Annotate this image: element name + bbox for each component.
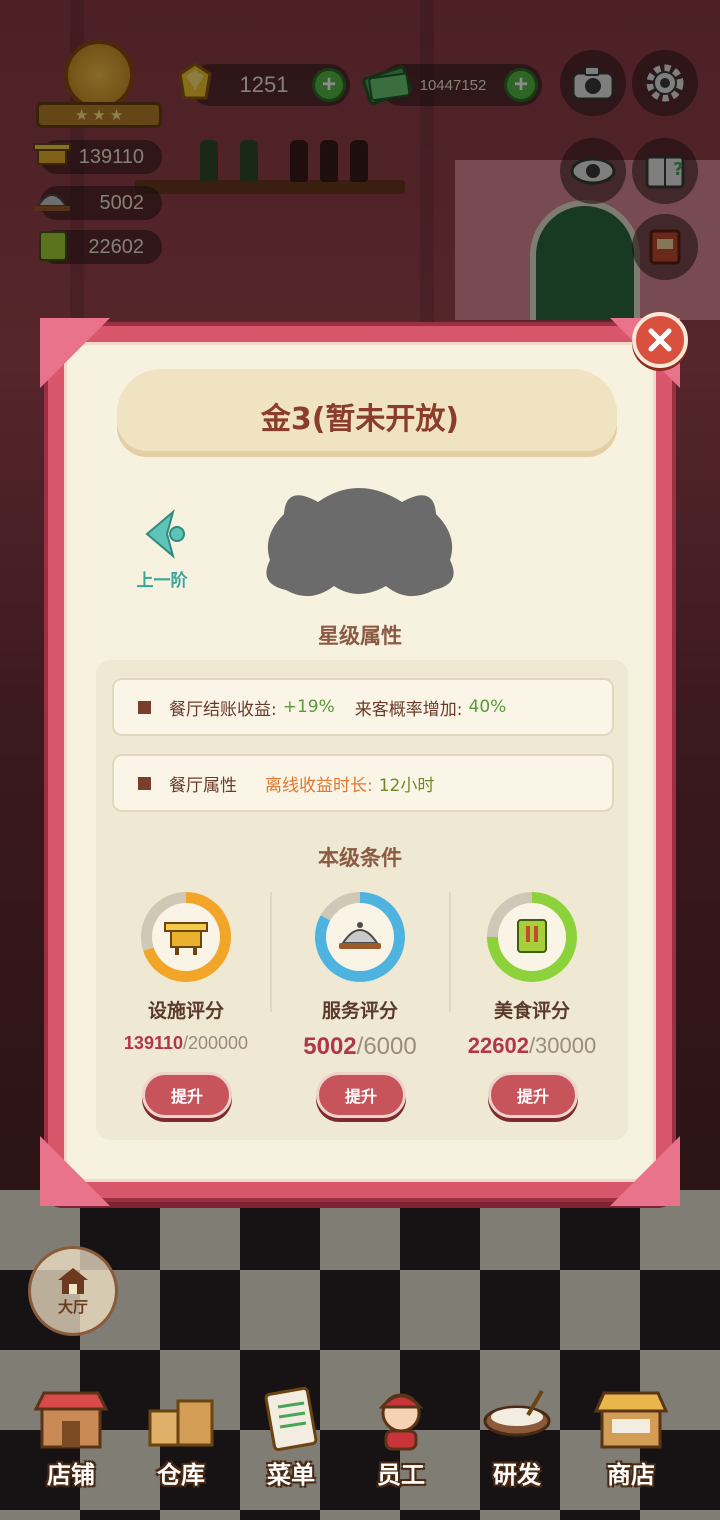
customer-rate-value: 40% — [468, 697, 507, 717]
locked-trophy-silhouette — [266, 488, 454, 597]
previous-tier-label: 上一阶 — [136, 571, 188, 591]
food-max: /30000 — [528, 1033, 597, 1058]
upgrade-service-button[interactable]: 提升 — [316, 1072, 406, 1118]
nav-warehouse[interactable]: 仓库 — [126, 1370, 236, 1490]
conditions-header: 本级条件 — [318, 846, 402, 870]
corner-ornament — [40, 318, 110, 388]
attribute-row-offline: 餐厅属性 离线收益时长: 12小时 — [112, 754, 614, 812]
previous-tier-button[interactable]: 上一阶 — [122, 508, 202, 592]
service-progress-ring — [315, 892, 405, 982]
column-divider — [270, 892, 272, 1012]
cloche-icon — [339, 922, 381, 949]
arrow-left-icon — [145, 509, 185, 559]
nav-label: 店铺 — [47, 1461, 95, 1489]
service-condition: 服务评分 5002/6000 — [280, 892, 440, 1061]
column-divider — [449, 892, 451, 1012]
service-max: /6000 — [356, 1033, 417, 1060]
service-score-label: 服务评分 — [321, 1000, 398, 1022]
facility-max: /200000 — [183, 1033, 249, 1053]
nav-label: 仓库 — [157, 1461, 205, 1489]
cooking-pot-icon — [483, 1389, 551, 1437]
nav-research[interactable]: 研发 — [462, 1370, 572, 1490]
facility-score-progress: 139110/200000 — [124, 1033, 248, 1054]
hall-label: 大厅 — [57, 1297, 88, 1316]
hall-button[interactable]: 大厅 — [28, 1246, 118, 1336]
bottom-navigation: 店铺 仓库 菜单 员工 研发 商店 — [0, 1370, 720, 1520]
storefront-icon — [33, 1391, 109, 1449]
service-current: 5002 — [303, 1033, 357, 1060]
upgrade-facility-button[interactable]: 提升 — [142, 1072, 232, 1118]
nav-staff[interactable]: 员工 — [346, 1370, 456, 1490]
house-icon — [58, 1267, 88, 1294]
stove-icon — [164, 922, 208, 955]
boxes-icon — [148, 1399, 214, 1447]
corner-ornament — [40, 1136, 110, 1206]
food-score-progress: 22602/30000 — [468, 1033, 596, 1059]
star-attributes-header: 星级属性 — [318, 624, 402, 648]
offline-income-value: 12小时 — [378, 775, 435, 796]
food-condition: 美食评分 22602/30000 — [452, 892, 612, 1059]
nav-label: 员工 — [377, 1461, 425, 1489]
close-button[interactable] — [632, 312, 688, 368]
upgrade-food-button[interactable]: 提升 — [488, 1072, 578, 1118]
nav-label: 商店 — [607, 1461, 655, 1489]
nav-label: 研发 — [493, 1461, 541, 1489]
customer-rate-label: 来客概率增加: — [354, 699, 463, 720]
bullet-icon — [138, 700, 151, 714]
shop-stall-icon — [593, 1391, 669, 1449]
food-current: 22602 — [467, 1033, 529, 1058]
food-score-label: 美食评分 — [493, 1000, 570, 1022]
menu-clipboard-icon — [264, 1386, 318, 1451]
facility-score-label: 设施评分 — [147, 1000, 224, 1022]
staff-icon — [378, 1393, 424, 1451]
food-progress-ring — [487, 892, 577, 982]
attribute-row-income: 餐厅结账收益: +19% 来客概率增加: 40% — [112, 678, 614, 736]
bullet-icon — [138, 776, 151, 790]
nav-store[interactable]: 商店 — [576, 1370, 686, 1490]
nav-label: 菜单 — [267, 1461, 315, 1489]
nav-menu[interactable]: 菜单 — [236, 1370, 346, 1490]
restaurant-attr-label: 餐厅属性 — [169, 775, 237, 796]
service-score-progress: 5002/6000 — [303, 1033, 416, 1061]
corner-ornament — [610, 1136, 680, 1206]
offline-income-label: 离线收益时长: — [265, 775, 373, 796]
dialog-title: 金3(暂未开放) — [260, 402, 460, 437]
cookbook-icon — [517, 919, 547, 953]
checkout-income-value: +19% — [282, 697, 335, 717]
checkout-income-label: 餐厅结账收益: — [169, 699, 277, 720]
close-icon — [648, 328, 672, 352]
facility-current: 139110 — [123, 1033, 183, 1053]
facility-progress-ring — [141, 892, 231, 982]
nav-shop-front[interactable]: 店铺 — [16, 1370, 126, 1490]
facility-condition: 设施评分 139110/200000 — [106, 892, 266, 1054]
